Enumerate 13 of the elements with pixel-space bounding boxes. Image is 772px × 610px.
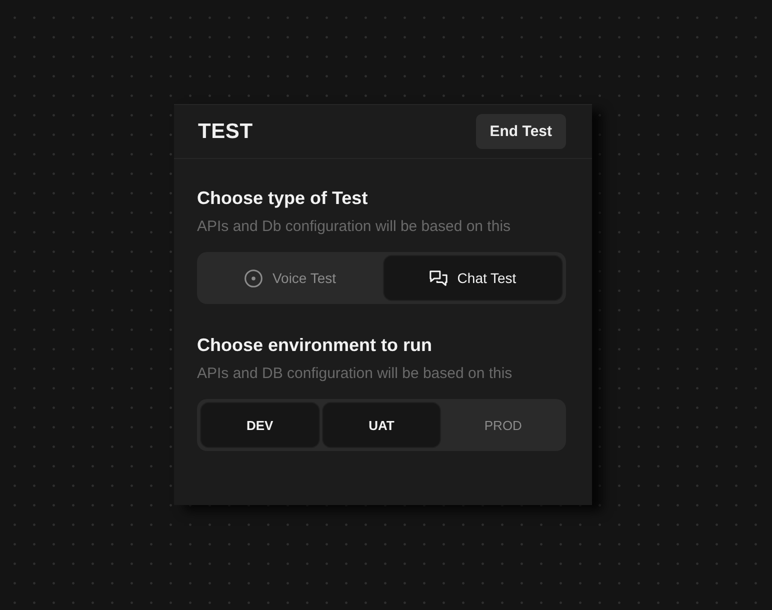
- end-test-button[interactable]: End Test: [476, 114, 566, 149]
- section-subtitle: APIs and DB configuration will be based on this: [197, 364, 514, 384]
- environment-option[interactable]: UAT: [322, 403, 440, 447]
- chat-bubbles-icon: [429, 268, 448, 288]
- panel-title: TEST: [198, 120, 253, 144]
- section-title: Choose type of Test: [197, 187, 369, 209]
- section-subtitle: APIs and Db configuration will be based on this: [197, 217, 512, 237]
- section-title: Choose environment to run: [197, 334, 434, 356]
- record-circle-icon: [244, 268, 264, 288]
- test-type-option[interactable]: Chat Test: [384, 256, 562, 300]
- test-type-option[interactable]: Voice Test: [201, 256, 380, 300]
- environment-option[interactable]: PROD: [444, 403, 562, 447]
- environment-option[interactable]: DEV: [201, 403, 319, 447]
